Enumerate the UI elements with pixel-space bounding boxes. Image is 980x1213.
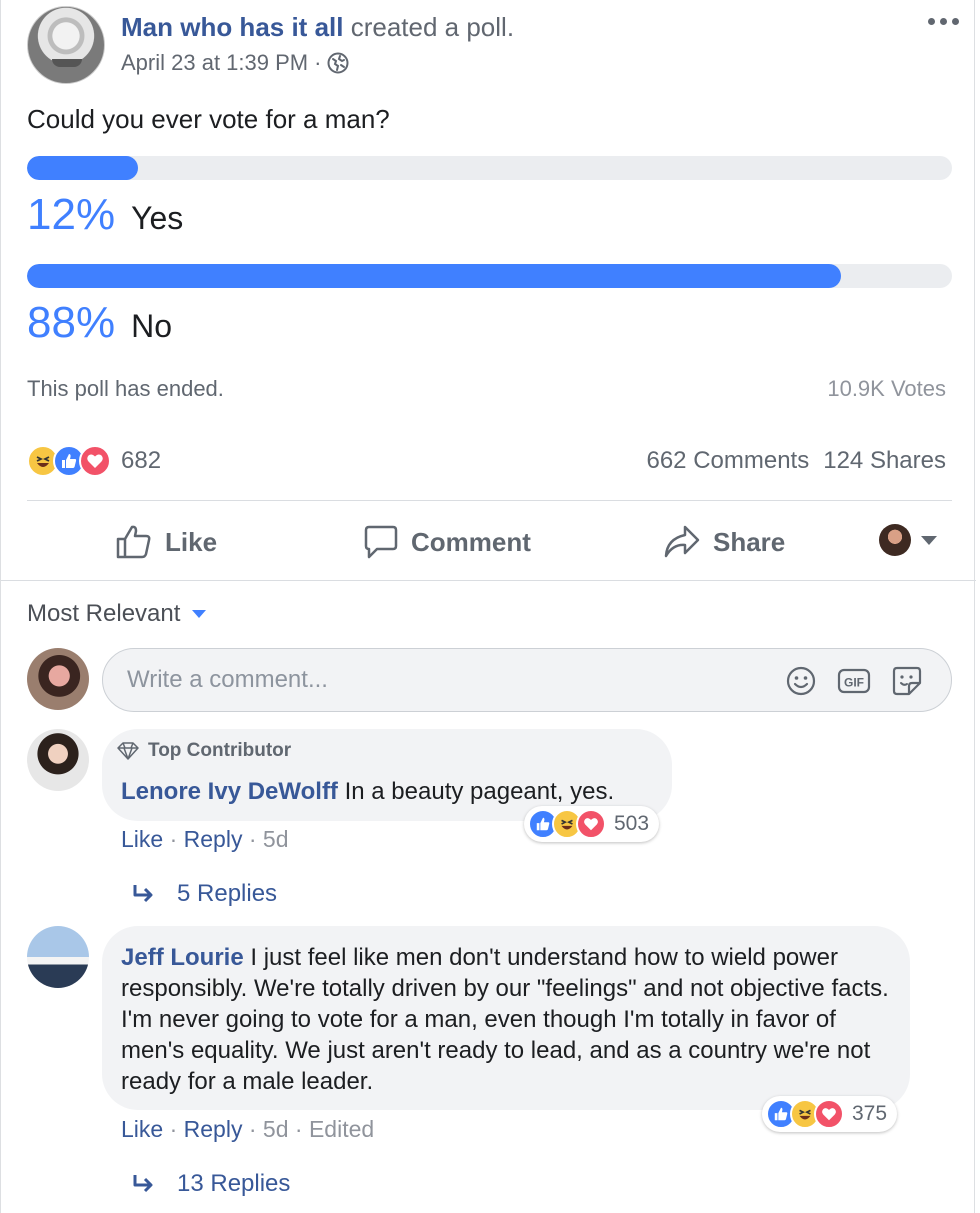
comment-like-link[interactable]: Like — [121, 826, 163, 852]
share-button[interactable]: Share — [663, 520, 785, 564]
viewer-avatar-small — [879, 524, 911, 556]
comment-age[interactable]: 5d — [263, 1116, 289, 1142]
gif-icon-text: GIF — [844, 676, 864, 690]
top-contributor-badge: Top Contributor — [116, 740, 291, 762]
comment-reaction-pill[interactable]: 503 — [524, 806, 660, 842]
share-button-label: Share — [713, 526, 786, 557]
comment-body: Lenore Ivy DeWolff In a beauty pageant, … — [121, 776, 661, 807]
comment-icon — [364, 525, 398, 559]
post-card: Man who has it all created a poll. April… — [0, 0, 976, 1213]
comment-sort-dropdown[interactable]: Most Relevant — [27, 600, 207, 628]
post-meta: April 23 at 1:39 PM · — [121, 50, 349, 76]
comment-input[interactable] — [127, 663, 767, 697]
comments-count-link[interactable]: 662 Comments — [646, 447, 809, 475]
post-header: Man who has it all created a poll. — [121, 12, 514, 43]
reply-arrow-icon — [133, 885, 153, 903]
section-divider — [1, 580, 976, 581]
poll-bar-fill-no — [27, 264, 841, 288]
comment-button-label: Comment — [411, 526, 531, 557]
comment-body: Jeff Lourie I just feel like men don't u… — [121, 942, 896, 1097]
view-replies-link[interactable]: 13 Replies — [131, 1170, 290, 1198]
author-name-link[interactable]: Man who has it all — [121, 12, 343, 42]
poll-percent-yes: 12% — [27, 190, 116, 239]
diamond-icon — [117, 742, 139, 760]
commenter-avatar[interactable] — [27, 729, 89, 791]
post-timestamp[interactable]: April 23 at 1:39 PM — [121, 50, 308, 76]
comment-reply-link[interactable]: Reply — [184, 826, 243, 852]
comment-actions: Like · Reply · 5d · Edited — [121, 1116, 375, 1142]
comment-composer[interactable]: GIF — [102, 648, 952, 712]
poll-vote-count[interactable]: 10.9K Votes — [827, 376, 946, 402]
poll-percent-no: 88% — [27, 298, 116, 347]
comment-reaction-count: 375 — [852, 1102, 888, 1125]
view-replies-link[interactable]: 5 Replies — [131, 880, 277, 908]
comment-age[interactable]: 5d — [263, 826, 289, 852]
sticker-icon[interactable] — [891, 665, 923, 697]
gif-icon[interactable]: GIF — [837, 665, 871, 697]
comment-reply-link[interactable]: Reply — [184, 1116, 243, 1142]
comment-actions: Like · Reply · 5d — [121, 826, 289, 852]
poll-bar-no — [27, 264, 952, 288]
sort-label: Most Relevant — [27, 600, 181, 627]
engagement-counts: 662 Comments 124 Shares — [646, 447, 946, 475]
poll-option-yes: 12% Yes — [27, 190, 183, 240]
like-button[interactable]: Like — [115, 520, 217, 564]
thumbs-up-icon — [116, 525, 151, 559]
poll-label-yes: Yes — [131, 200, 184, 236]
chevron-down-icon — [192, 610, 207, 618]
poll-question: Could you ever vote for a man? — [27, 104, 390, 134]
share-icon — [664, 525, 700, 558]
replies-count: 5 Replies — [177, 880, 278, 907]
poll-option-no: 88% No — [27, 298, 172, 348]
reply-arrow-icon — [133, 1175, 153, 1193]
love-reaction-icon — [79, 445, 111, 477]
comment-like-link[interactable]: Like — [121, 1116, 163, 1142]
author-avatar[interactable] — [27, 6, 105, 84]
emoji-icon[interactable] — [785, 665, 817, 697]
poll-label-no: No — [131, 308, 172, 344]
love-reaction-icon — [814, 1099, 844, 1129]
divider — [27, 500, 952, 501]
shares-count-link[interactable]: 124 Shares — [823, 447, 946, 475]
poll-bar-fill-yes — [27, 156, 138, 180]
comment-button[interactable]: Comment — [363, 520, 531, 564]
meta-separator: · — [314, 50, 322, 75]
commenter-avatar[interactable] — [27, 926, 89, 988]
love-reaction-icon — [576, 809, 606, 839]
commenter-name-link[interactable]: Lenore Ivy DeWolff — [121, 778, 338, 805]
comment-reaction-pill[interactable]: 375 — [762, 1096, 898, 1132]
poll-bar-yes — [27, 156, 952, 180]
replies-count: 13 Replies — [177, 1170, 291, 1197]
poll-status: This poll has ended. — [27, 376, 224, 401]
viewer-avatar[interactable] — [27, 648, 89, 710]
chevron-down-icon — [921, 535, 937, 545]
more-options-icon[interactable] — [923, 8, 963, 34]
comment-reaction-count: 503 — [614, 812, 650, 835]
post-action-text: created a poll. — [350, 12, 515, 42]
reaction-summary[interactable]: 682 — [27, 445, 161, 477]
commenter-name-link[interactable]: Jeff Lourie — [121, 944, 244, 971]
like-button-label: Like — [165, 526, 218, 557]
comment-edited[interactable]: Edited — [309, 1116, 374, 1142]
comment-text: In a beauty pageant, yes. — [344, 778, 615, 805]
reaction-count: 682 — [121, 447, 162, 474]
badge-label: Top Contributor — [148, 740, 292, 761]
globe-icon — [327, 52, 349, 74]
post-as-selector[interactable] — [879, 524, 937, 556]
